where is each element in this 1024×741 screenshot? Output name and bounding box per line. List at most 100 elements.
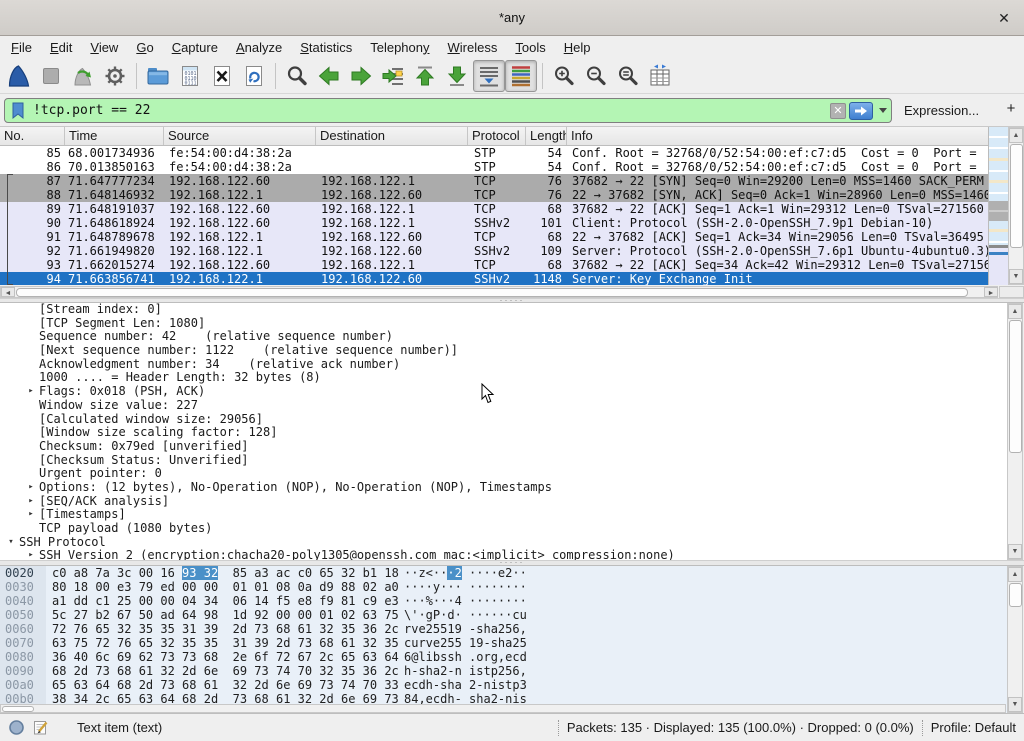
detail-row[interactable]: Sequence number: 42 (relative sequence n… — [0, 330, 1007, 344]
hex-row[interactable]: 008036 40 6c 69 62 73 73 68 2e 6f 72 67 … — [0, 650, 1007, 664]
hex-row[interactable]: 00a065 63 64 68 2d 73 68 61 32 2d 6e 69 … — [0, 678, 1007, 692]
column-source[interactable]: Source — [164, 127, 316, 145]
bookmark-icon[interactable] — [9, 101, 27, 120]
menu-wireless[interactable]: Wireless — [439, 38, 507, 57]
zoom-100-button[interactable] — [612, 60, 644, 92]
menu-edit[interactable]: Edit — [41, 38, 81, 57]
detail-row[interactable]: ▸Options: (12 bytes), No-Operation (NOP)… — [0, 481, 1007, 495]
expand-arrow[interactable]: ▸ — [23, 495, 39, 509]
scroll-down-arrow[interactable]: ▼ — [1009, 269, 1023, 284]
detail-row[interactable]: ▸Flags: 0x018 (PSH, ACK) — [0, 385, 1007, 399]
detail-row-ssh-protocol[interactable]: ▾SSH Protocol — [0, 536, 1007, 550]
expert-info-icon[interactable] — [8, 719, 25, 736]
scroll-thumb[interactable] — [16, 288, 968, 297]
packet-list-hscrollbar[interactable]: ◄ ► — [0, 286, 998, 298]
zoom-in-button[interactable] — [548, 60, 580, 92]
packet-row[interactable]: 9371.662015274192.168.122.60192.168.122.… — [0, 258, 988, 272]
packet-list-minimap[interactable] — [988, 127, 1008, 285]
go-back-button[interactable] — [313, 60, 345, 92]
close-button[interactable]: ✕ — [994, 8, 1014, 28]
filter-history-caret[interactable] — [879, 108, 887, 113]
collapse-arrow[interactable]: ▾ — [3, 536, 19, 550]
find-packet-button[interactable] — [281, 60, 313, 92]
stop-capture-button[interactable] — [35, 60, 67, 92]
detail-row[interactable]: Urgent pointer: 0 — [0, 467, 1007, 481]
go-last-packet-button[interactable] — [441, 60, 473, 92]
column-info[interactable]: Info — [567, 127, 1008, 145]
detail-row[interactable]: [Checksum Status: Unverified] — [0, 454, 1007, 468]
column-no[interactable]: No. — [0, 127, 65, 145]
hex-row[interactable]: 007063 75 72 76 65 32 35 35 31 39 2d 73 … — [0, 636, 1007, 650]
scroll-up-arrow[interactable]: ▲ — [1008, 304, 1022, 319]
filter-input[interactable]: !tcp.port == 22 — [27, 103, 830, 118]
packet-row[interactable]: 8871.648146932192.168.122.1192.168.122.6… — [0, 188, 988, 202]
packet-row[interactable]: 9071.648618924192.168.122.60192.168.122.… — [0, 216, 988, 230]
detail-row[interactable]: [Stream index: 0] — [0, 303, 1007, 317]
detail-row[interactable]: [TCP Segment Len: 1080] — [0, 317, 1007, 331]
filter-clear-button[interactable]: ✕ — [830, 103, 846, 119]
resize-columns-button[interactable] — [644, 60, 676, 92]
status-profile[interactable]: Profile: Default — [931, 720, 1016, 735]
packet-row-selected[interactable]: 9471.663856741192.168.122.1192.168.122.6… — [0, 272, 988, 285]
hex-row[interactable]: 003080 18 00 e3 79 ed 00 00 01 01 08 0a … — [0, 580, 1007, 594]
detail-row[interactable]: 1000 .... = Header Length: 32 bytes (8) — [0, 371, 1007, 385]
menu-file[interactable]: File — [2, 38, 41, 57]
detail-row[interactable]: Window size value: 227 — [0, 399, 1007, 413]
detail-row-selected[interactable]: ▸[Timestamps] — [0, 508, 1007, 522]
capture-options-button[interactable] — [99, 60, 131, 92]
colorize-button[interactable] — [505, 60, 537, 92]
menu-telephony[interactable]: Telephony — [361, 38, 438, 57]
menu-tools[interactable]: Tools — [506, 38, 554, 57]
detail-row[interactable]: ▸[SEQ/ACK analysis] — [0, 495, 1007, 509]
filter-add-button[interactable]: + — [1002, 100, 1020, 120]
filter-apply-button[interactable] — [849, 102, 873, 120]
expression-button[interactable]: Expression... — [904, 103, 979, 118]
expand-arrow[interactable]: ▸ — [23, 481, 39, 495]
expand-arrow[interactable]: ▸ — [23, 385, 39, 399]
save-file-button[interactable]: 010101100111 — [174, 60, 206, 92]
hex-row[interactable]: 0020c0 a8 7a 3c 00 16 93 32 85 a3 ac c0 … — [0, 566, 1007, 580]
column-time[interactable]: Time — [65, 127, 164, 145]
scroll-thumb[interactable] — [2, 706, 34, 712]
expand-arrow[interactable]: ▸ — [23, 549, 39, 560]
detail-row[interactable]: [Calculated window size: 29056] — [0, 413, 1007, 427]
packet-list-vscrollbar[interactable]: ▲ ▼ — [1008, 127, 1024, 285]
menu-view[interactable]: View — [81, 38, 127, 57]
go-forward-button[interactable] — [345, 60, 377, 92]
details-vscrollbar[interactable]: ▲ ▼ — [1007, 303, 1023, 560]
hex-vscrollbar[interactable]: ▲ ▼ — [1007, 566, 1023, 713]
detail-row[interactable]: [Window size scaling factor: 128] — [0, 426, 1007, 440]
go-first-packet-button[interactable] — [409, 60, 441, 92]
scroll-down-arrow[interactable]: ▼ — [1008, 697, 1022, 712]
detail-row[interactable]: Acknowledgment number: 34 (relative ack … — [0, 358, 1007, 372]
scroll-right-arrow[interactable]: ► — [984, 287, 998, 297]
detail-row[interactable]: Checksum: 0x79ed [unverified] — [0, 440, 1007, 454]
close-file-button[interactable] — [206, 60, 238, 92]
auto-scroll-button[interactable] — [473, 60, 505, 92]
expand-arrow[interactable]: ▸ — [23, 508, 39, 522]
restart-capture-button[interactable] — [67, 60, 99, 92]
scroll-thumb[interactable] — [1009, 583, 1022, 607]
packet-row[interactable]: 8971.648191037192.168.122.60192.168.122.… — [0, 202, 988, 216]
scroll-up-arrow[interactable]: ▲ — [1009, 128, 1023, 143]
hex-row[interactable]: 00505c 27 b2 67 50 ad 64 98 1d 92 00 00 … — [0, 608, 1007, 622]
menu-go[interactable]: Go — [127, 38, 162, 57]
detail-row[interactable]: TCP payload (1080 bytes) — [0, 522, 1007, 536]
menu-analyze[interactable]: Analyze — [227, 38, 291, 57]
reload-file-button[interactable] — [238, 60, 270, 92]
scroll-left-arrow[interactable]: ◄ — [1, 287, 15, 297]
scroll-up-arrow[interactable]: ▲ — [1008, 567, 1022, 582]
packet-row[interactable]: 8568.001734936fe:54:00:d4:38:2aSTP54Conf… — [0, 146, 988, 160]
hex-row[interactable]: 006072 76 65 32 35 35 31 39 2d 73 68 61 … — [0, 622, 1007, 636]
display-filter-field[interactable]: !tcp.port == 22 ✕ — [4, 98, 892, 123]
column-destination[interactable]: Destination — [316, 127, 468, 145]
packet-row[interactable]: 8670.013850163fe:54:00:d4:38:2aSTP54Conf… — [0, 160, 988, 174]
menu-statistics[interactable]: Statistics — [291, 38, 361, 57]
zoom-out-button[interactable] — [580, 60, 612, 92]
column-length[interactable]: Length — [526, 127, 567, 145]
packet-row[interactable]: 9171.648789678192.168.122.1192.168.122.6… — [0, 230, 988, 244]
menu-help[interactable]: Help — [555, 38, 600, 57]
detail-row[interactable]: [Next sequence number: 1122 (relative se… — [0, 344, 1007, 358]
go-to-packet-button[interactable] — [377, 60, 409, 92]
hex-row[interactable]: 009068 2d 73 68 61 32 2d 6e 69 73 74 70 … — [0, 664, 1007, 678]
